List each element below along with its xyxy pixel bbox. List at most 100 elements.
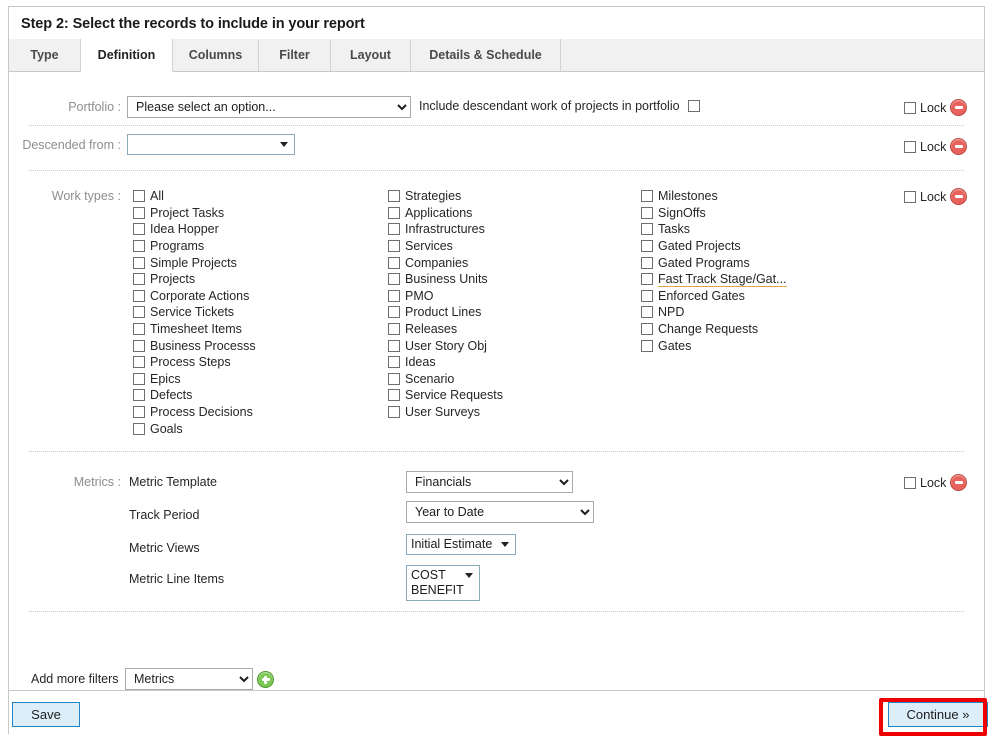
work-type-item[interactable]: Goals (133, 420, 383, 437)
work-type-checkbox[interactable] (388, 240, 400, 253)
work-type-item[interactable]: Gated Programs (641, 254, 891, 271)
work-type-item[interactable]: Releases (388, 321, 638, 338)
work-type-item[interactable]: Programs (133, 238, 383, 255)
work-type-item[interactable]: SignOffs (641, 205, 891, 222)
work-type-item[interactable]: Tasks (641, 221, 891, 238)
work-type-checkbox[interactable] (133, 339, 145, 352)
work-type-checkbox[interactable] (133, 240, 145, 253)
work-type-checkbox[interactable] (133, 389, 145, 402)
metric-template-select[interactable]: Financials (406, 471, 573, 493)
work-type-checkbox[interactable] (133, 356, 145, 369)
work-type-checkbox[interactable] (641, 323, 653, 336)
work-type-item[interactable]: Service Requests (388, 387, 638, 404)
lock-checkbox[interactable] (904, 101, 916, 114)
work-type-item[interactable]: Timesheet Items (133, 321, 383, 338)
remove-circle-icon[interactable] (950, 188, 968, 205)
work-type-checkbox[interactable] (388, 339, 400, 352)
work-type-checkbox[interactable] (133, 323, 145, 336)
metric-views-combobox[interactable]: Initial Estimate (406, 534, 516, 555)
work-type-item[interactable]: Corporate Actions (133, 288, 383, 305)
work-type-checkbox[interactable] (133, 306, 145, 319)
work-type-checkbox[interactable] (388, 306, 400, 319)
work-type-item[interactable]: Idea Hopper (133, 221, 383, 238)
work-type-item[interactable]: Scenario (388, 371, 638, 388)
work-type-checkbox[interactable] (133, 372, 145, 385)
work-type-checkbox[interactable] (388, 323, 400, 336)
work-type-item[interactable]: Infrastructures (388, 221, 638, 238)
work-type-checkbox[interactable] (388, 372, 400, 385)
work-type-checkbox[interactable] (641, 289, 653, 302)
work-type-item[interactable]: PMO (388, 288, 638, 305)
remove-circle-icon[interactable] (950, 99, 968, 116)
work-type-item[interactable]: Strategies (388, 188, 638, 205)
include-descendant-checkbox[interactable] (687, 100, 700, 112)
work-type-checkbox[interactable] (641, 339, 653, 352)
work-type-item[interactable]: Simple Projects (133, 254, 383, 271)
work-type-checkbox[interactable] (133, 256, 145, 269)
work-type-item[interactable]: Milestones (641, 188, 891, 205)
work-type-checkbox[interactable] (388, 389, 400, 402)
work-type-item[interactable]: Projects (133, 271, 383, 288)
work-type-item[interactable]: Process Decisions (133, 404, 383, 421)
tab-filter[interactable]: Filter (259, 39, 331, 71)
work-type-item[interactable]: Service Tickets (133, 304, 383, 321)
track-period-select[interactable]: Year to Date (406, 501, 594, 523)
work-type-item[interactable]: Project Tasks (133, 205, 383, 222)
work-type-checkbox[interactable] (388, 206, 400, 219)
work-type-checkbox[interactable] (133, 289, 145, 302)
work-type-checkbox[interactable] (133, 406, 145, 419)
save-button[interactable]: Save (12, 702, 80, 727)
work-type-checkbox[interactable] (133, 223, 145, 236)
work-type-item[interactable]: Enforced Gates (641, 288, 891, 305)
lock-checkbox[interactable] (904, 476, 916, 489)
work-type-item[interactable]: Gated Projects (641, 238, 891, 255)
work-type-checkbox[interactable] (641, 206, 653, 219)
remove-circle-icon[interactable] (950, 138, 968, 155)
lock-checkbox[interactable] (904, 190, 916, 203)
tab-details-and-schedule[interactable]: Details & Schedule (411, 39, 561, 71)
tab-layout[interactable]: Layout (331, 39, 411, 71)
work-type-item[interactable]: Defects (133, 387, 383, 404)
work-type-item[interactable]: Applications (388, 205, 638, 222)
work-type-checkbox[interactable] (641, 273, 653, 286)
work-type-checkbox[interactable] (388, 256, 400, 269)
work-type-checkbox[interactable] (388, 289, 400, 302)
work-type-checkbox[interactable] (388, 190, 400, 203)
work-type-item[interactable]: Change Requests (641, 321, 891, 338)
work-type-item[interactable]: Process Steps (133, 354, 383, 371)
work-type-item[interactable]: User Surveys (388, 404, 638, 421)
add-filters-select[interactable]: Metrics (125, 668, 253, 690)
work-type-item[interactable]: User Story Obj (388, 337, 638, 354)
work-type-item[interactable]: Services (388, 238, 638, 255)
work-type-checkbox[interactable] (388, 356, 400, 369)
remove-circle-icon[interactable] (950, 474, 968, 491)
tab-definition[interactable]: Definition (81, 39, 173, 72)
tab-type[interactable]: Type (9, 39, 81, 71)
work-type-checkbox[interactable] (641, 240, 653, 253)
work-type-item[interactable]: Product Lines (388, 304, 638, 321)
work-type-checkbox[interactable] (388, 223, 400, 236)
tab-columns[interactable]: Columns (173, 39, 259, 71)
work-type-checkbox[interactable] (388, 273, 400, 286)
work-type-item[interactable]: Companies (388, 254, 638, 271)
work-type-item[interactable]: Fast Track Stage/Gat... (641, 271, 891, 288)
portfolio-select[interactable]: Please select an option... (127, 96, 411, 118)
continue-button[interactable]: Continue » (888, 702, 988, 727)
work-type-checkbox[interactable] (133, 422, 145, 435)
work-type-item[interactable]: Gates (641, 337, 891, 354)
descended-from-combobox[interactable] (127, 134, 295, 155)
work-type-checkbox[interactable] (641, 190, 653, 203)
work-type-checkbox[interactable] (133, 206, 145, 219)
work-type-item[interactable]: Epics (133, 371, 383, 388)
lock-checkbox[interactable] (904, 140, 916, 153)
work-type-checkbox[interactable] (641, 223, 653, 236)
work-type-item[interactable]: Business Units (388, 271, 638, 288)
work-type-item[interactable]: Ideas (388, 354, 638, 371)
work-type-checkbox[interactable] (133, 190, 145, 203)
work-type-item[interactable]: NPD (641, 304, 891, 321)
work-type-checkbox[interactable] (641, 306, 653, 319)
work-type-checkbox[interactable] (388, 406, 400, 419)
work-type-checkbox[interactable] (133, 273, 145, 286)
work-type-item[interactable]: All (133, 188, 383, 205)
add-circle-icon[interactable] (257, 671, 274, 688)
